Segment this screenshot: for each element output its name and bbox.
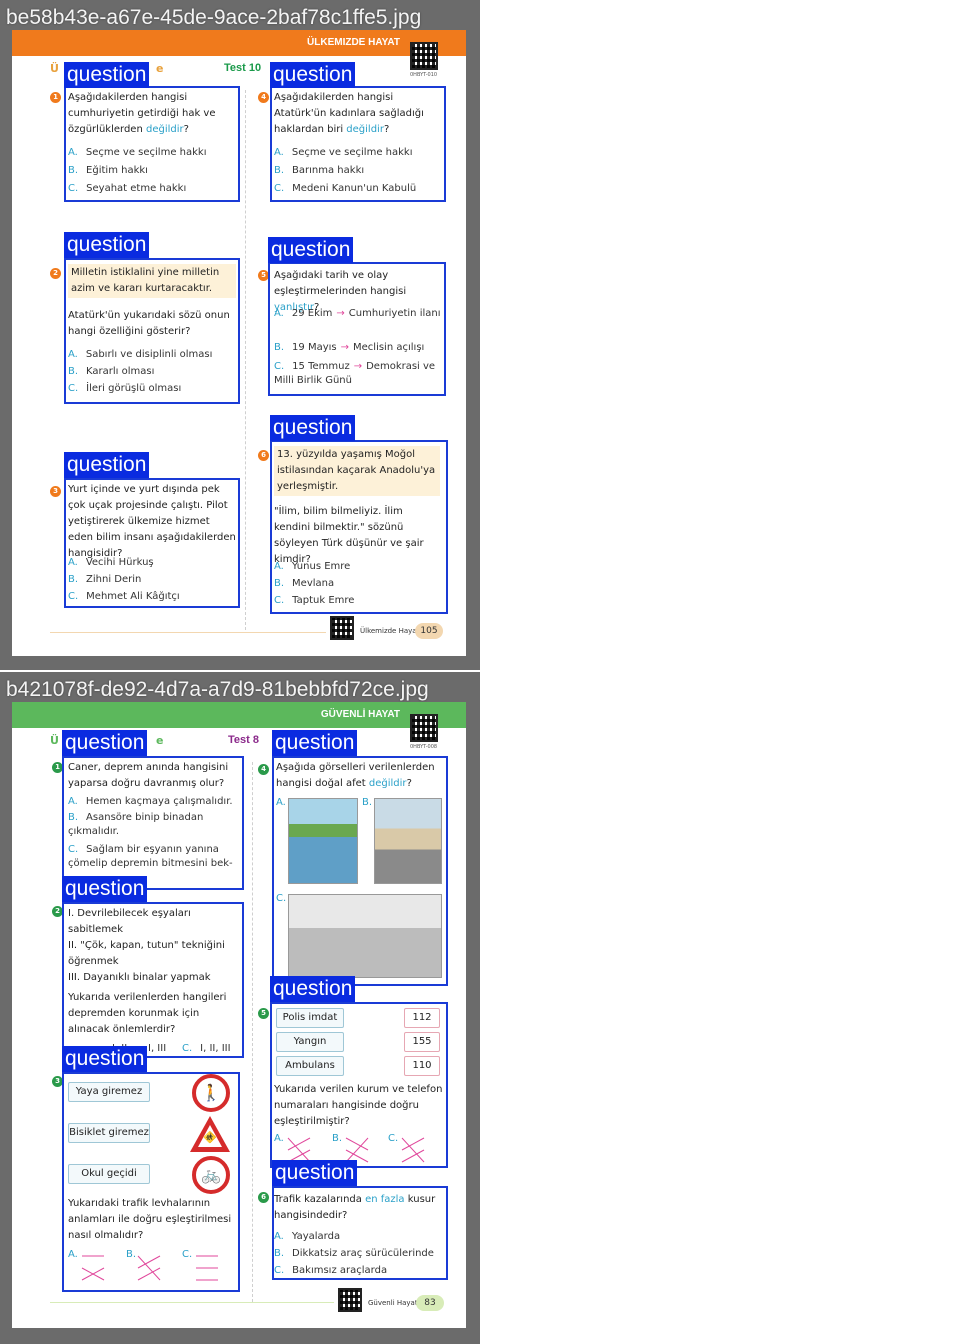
document-page-2: GÜVENLİ HAYAT 0HBYT-008 Ü e Test 8 1 Can… xyxy=(12,702,466,1328)
header-suffix: e xyxy=(156,62,164,75)
column-divider xyxy=(245,90,246,630)
footer-qr-icon xyxy=(338,1288,362,1312)
qr-code-label: 0HBYT-008 xyxy=(410,744,438,750)
footer-label: Ülkemizde Hayat xyxy=(360,627,420,635)
question-tag: question xyxy=(272,1160,358,1186)
page-number: 105 xyxy=(415,623,443,639)
question-box xyxy=(64,478,240,608)
page-number: 83 xyxy=(416,1295,444,1311)
test-label: Test 8 xyxy=(228,734,259,746)
qr-code-icon xyxy=(410,42,438,70)
question-box xyxy=(64,258,240,404)
question-tag: question xyxy=(64,62,150,88)
qr-code-icon xyxy=(410,714,438,742)
header-prefix: Ü xyxy=(50,734,59,747)
question-number: 1 xyxy=(50,92,61,103)
question-tag: question xyxy=(62,730,148,756)
question-number: 6 xyxy=(258,450,269,461)
unit-title-1: ÜLKEMIZDE HAYAT xyxy=(307,37,400,48)
unit-band-2: GÜVENLİ HAYAT xyxy=(12,702,466,728)
question-box xyxy=(62,756,244,890)
question-tag: question xyxy=(272,730,358,756)
question-tag: question xyxy=(268,237,354,263)
question-box xyxy=(64,86,240,202)
question-number: 5 xyxy=(258,1008,269,1019)
question-tag: question xyxy=(270,62,356,88)
footer-label: Güvenli Hayat xyxy=(368,1299,418,1307)
header-suffix: e xyxy=(156,734,164,747)
filename-label-2: b421078f-de92-4d7a-a7d9-81bebbfd72ce.jpg xyxy=(6,678,429,701)
footer-line xyxy=(50,632,326,633)
question-tag: question xyxy=(64,452,150,478)
question-box xyxy=(270,86,446,202)
question-box xyxy=(272,756,448,986)
question-box xyxy=(62,902,244,1058)
question-tag: question xyxy=(62,876,148,902)
unit-title-2: GÜVENLİ HAYAT xyxy=(320,709,400,720)
column-divider xyxy=(252,762,253,1302)
question-tag: question xyxy=(64,232,150,258)
header-prefix: Ü xyxy=(50,62,59,75)
question-box xyxy=(268,262,446,396)
filename-label-1: be58b43e-a67e-45de-9ace-2baf78c1ffe5.jpg xyxy=(6,6,422,29)
document-page-1: ÜLKEMIZDE HAYAT 0HBYT-010 Ü e Test 10 1 … xyxy=(12,30,466,656)
question-number: 2 xyxy=(50,268,61,279)
question-box xyxy=(272,1186,448,1280)
question-number: 3 xyxy=(50,486,61,497)
question-tag: question xyxy=(270,415,356,441)
question-number: 6 xyxy=(258,1192,269,1203)
unit-band-1: ÜLKEMIZDE HAYAT xyxy=(12,30,466,56)
question-box xyxy=(270,1002,448,1168)
question-number: 4 xyxy=(258,92,269,103)
footer-qr-icon xyxy=(330,616,354,640)
qr-code-label: 0HBYT-010 xyxy=(410,72,438,78)
test-label: Test 10 xyxy=(224,62,262,74)
question-box xyxy=(270,440,448,614)
question-tag: question xyxy=(270,976,356,1002)
question-box xyxy=(62,1072,240,1292)
footer-line xyxy=(50,1302,334,1303)
question-number: 4 xyxy=(258,764,269,775)
question-tag: question xyxy=(62,1046,148,1072)
